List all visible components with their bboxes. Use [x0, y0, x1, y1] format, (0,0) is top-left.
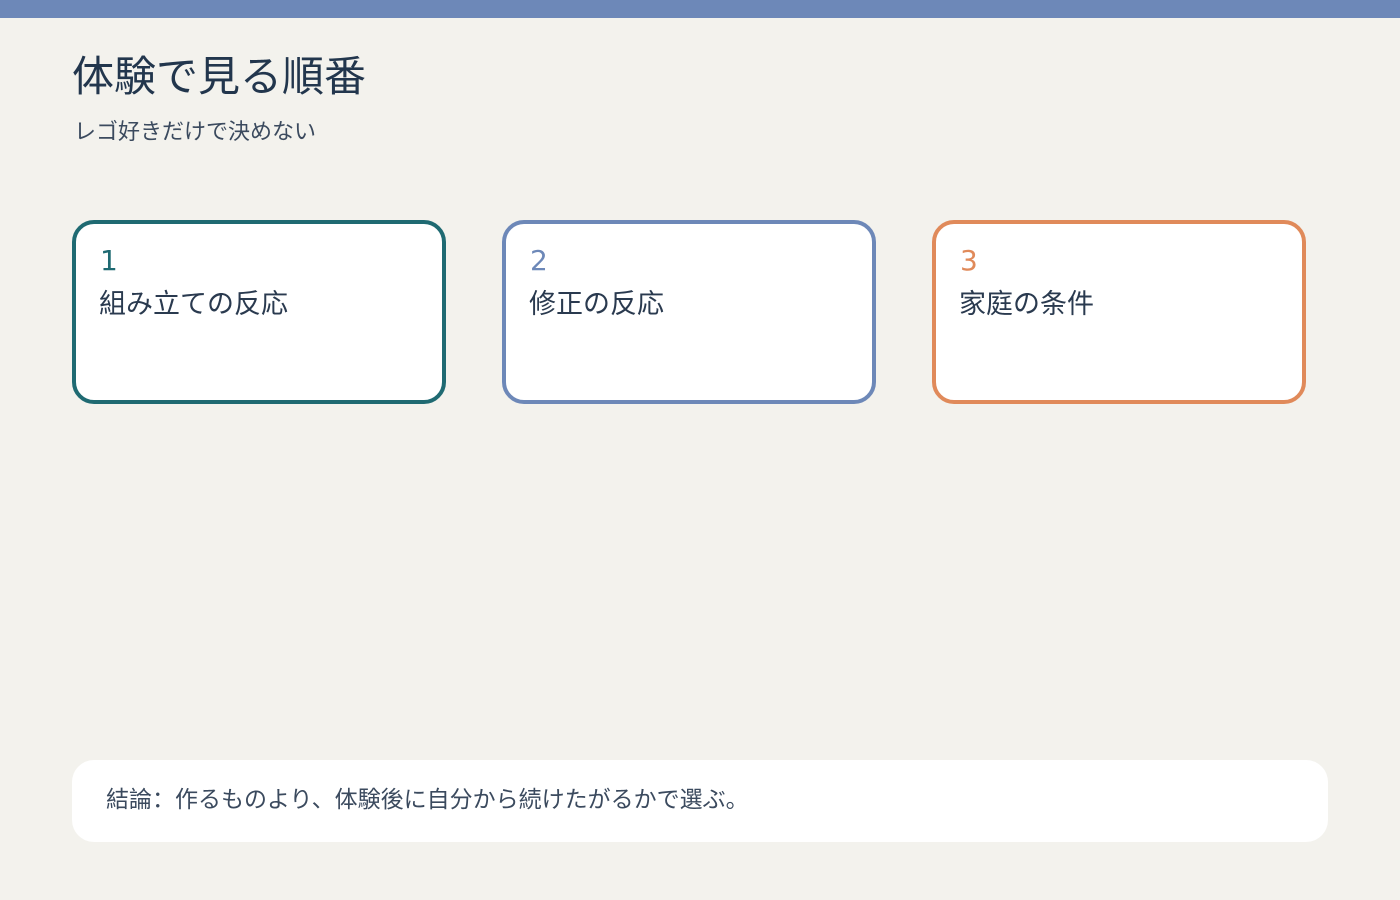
step-card-2: 2 修正の反応: [502, 220, 876, 404]
step-label: 修正の反応: [529, 289, 664, 320]
page-subtitle: レゴ好きだけで決めない: [74, 120, 317, 145]
conclusion-box: 結論：作るものより、体験後に自分から続けたがるかで選ぶ。: [72, 760, 1328, 842]
conclusion-text: 結論：作るものより、体験後に自分から続けたがるかで選ぶ。: [106, 787, 749, 813]
step-label: 家庭の条件: [959, 289, 1094, 320]
top-accent-bar: [0, 0, 1400, 18]
step-number: 2: [530, 244, 548, 277]
step-card-3: 3 家庭の条件: [932, 220, 1306, 404]
step-label: 組み立ての反応: [99, 289, 288, 320]
page-title: 体験で見る順番: [72, 52, 367, 101]
step-number: 3: [960, 244, 978, 277]
step-number: 1: [100, 244, 118, 277]
step-card-1: 1 組み立ての反応: [72, 220, 446, 404]
